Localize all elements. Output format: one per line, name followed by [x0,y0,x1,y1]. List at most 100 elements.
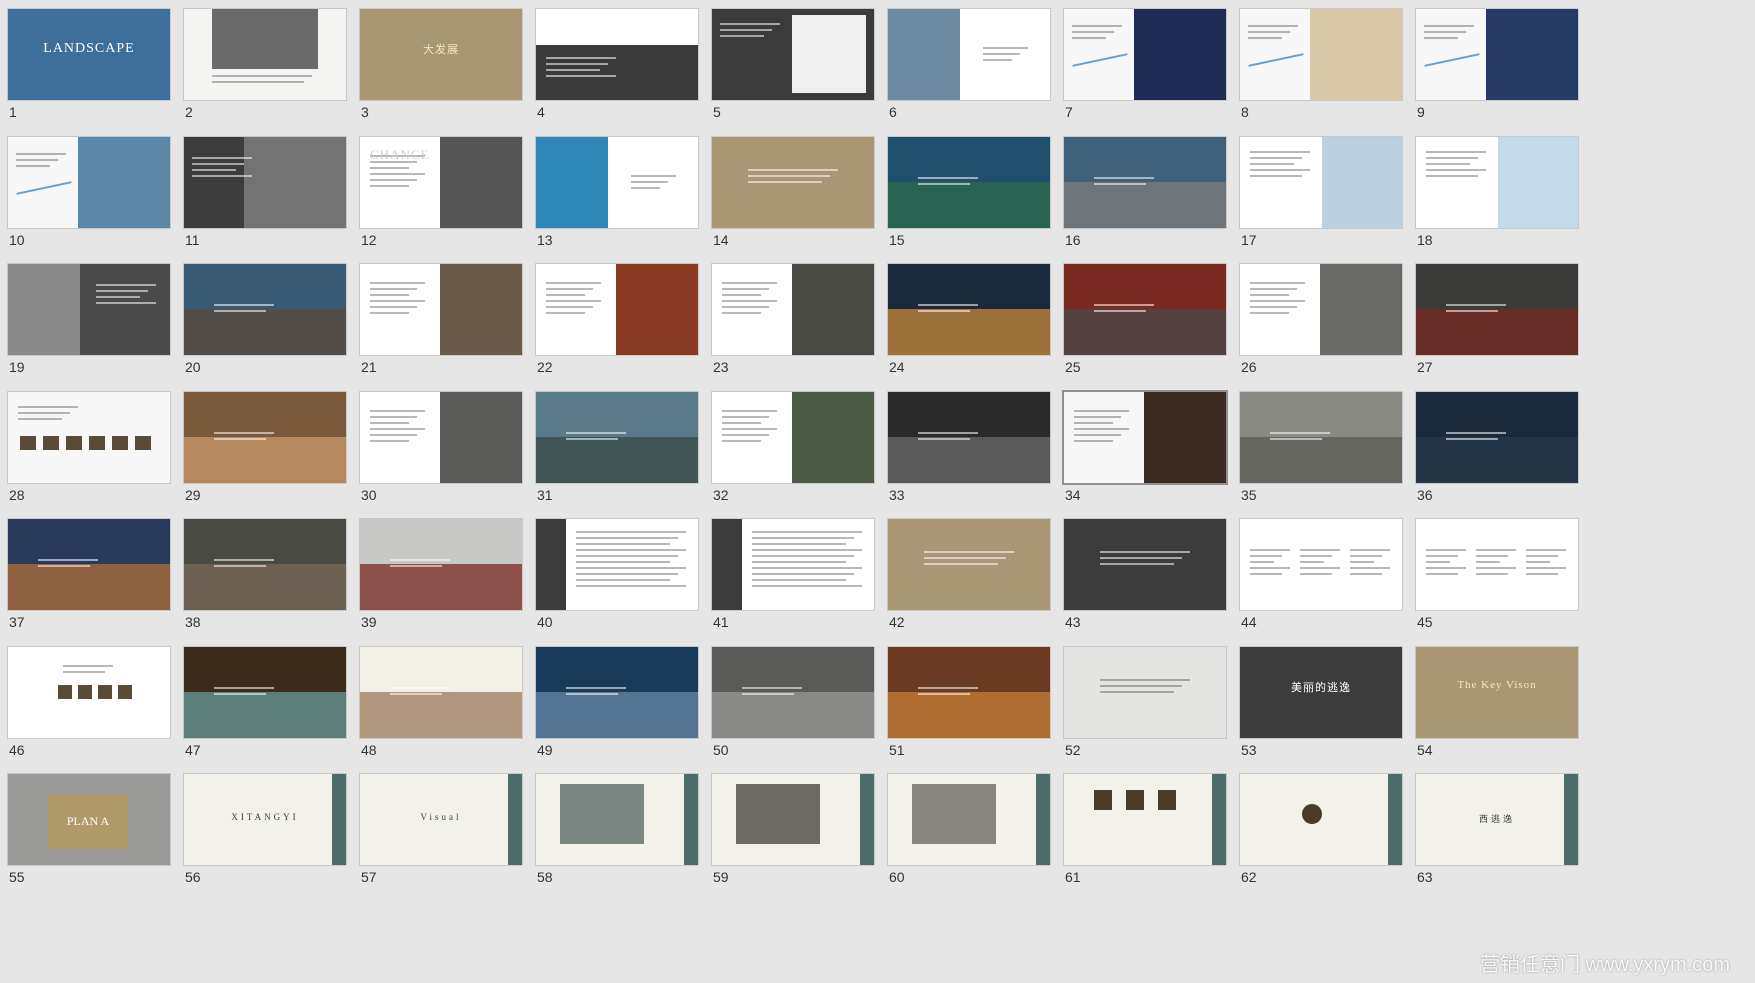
text-line [192,174,252,177]
slide-thumbnail[interactable] [888,136,1050,228]
slide-number: 23 [713,359,729,375]
slide-thumbnail[interactable]: CHANCE [360,136,522,228]
text-line [1424,31,1466,33]
slide-number: 18 [1417,231,1433,248]
slide-thumbnail[interactable] [712,391,874,483]
slide-thumbnail[interactable] [1416,519,1578,610]
dark-panel [536,519,566,610]
slide-thumbnail[interactable] [1240,264,1402,355]
slide-thumbnail[interactable] [360,264,522,355]
text-line [1300,573,1332,575]
slide-thumbnail[interactable] [888,391,1050,483]
text-line [1526,573,1558,575]
slide-thumbnail[interactable] [1240,391,1402,483]
slide-thumbnail[interactable] [1064,136,1226,228]
slide-number: 25 [1065,359,1081,375]
slide-cell: 60 [880,765,1050,893]
slide-cell: 41 [704,510,874,638]
slide-thumbnail[interactable] [1416,9,1578,100]
slide-thumbnail[interactable] [360,519,522,610]
slide-thumbnail[interactable] [712,646,874,738]
text-line [918,182,970,185]
slide-thumbnail[interactable] [888,646,1050,738]
slide-thumbnail[interactable]: 大发展 [360,9,522,100]
slide-cell: 7 [1056,0,1226,128]
slide-number: 22 [537,359,553,375]
slide-thumbnail[interactable] [536,136,698,228]
slide-thumbnail[interactable] [536,9,698,100]
slide-thumbnail[interactable] [1416,264,1578,355]
text-line [722,306,769,308]
slide-thumbnail[interactable] [1416,391,1578,483]
slide-thumbnail[interactable] [536,519,698,610]
text-line [212,81,304,83]
text-line [1250,300,1305,302]
slide-thumbnail[interactable] [1240,774,1402,865]
slide-thumbnail[interactable] [1064,391,1226,483]
slide-thumbnail[interactable] [1064,264,1226,355]
slide-thumbnail[interactable]: XITANGYI [184,774,346,865]
slide-thumbnail[interactable] [1416,136,1578,228]
slide-thumbnail[interactable] [536,774,698,865]
slide-number: 47 [185,741,201,758]
text-line [576,537,678,539]
slide-thumbnail[interactable] [1064,646,1226,738]
slide-cell: 4 [528,0,698,128]
slide-thumbnail[interactable] [184,519,346,610]
photo [888,436,1050,483]
slide-thumbnail[interactable] [888,264,1050,355]
text-line [192,168,236,171]
slide-thumbnail[interactable]: The Key Vison [1416,646,1578,738]
text-line [1350,555,1382,557]
slide-thumbnail[interactable] [712,774,874,865]
slide-thumbnail[interactable] [712,519,874,610]
slide-number: 20 [185,359,201,375]
slide-thumbnail[interactable] [536,646,698,738]
slide-number: 14 [713,231,729,248]
slide-thumbnail[interactable] [1240,9,1402,100]
slide-thumbnail[interactable]: Visual [360,774,522,865]
slide-thumbnail[interactable] [888,9,1050,100]
slide-thumbnail[interactable] [888,519,1050,610]
slide-thumbnail[interactable] [1064,519,1226,610]
slide-thumbnail[interactable] [184,9,346,100]
text-line [1250,555,1282,557]
slide-thumbnail[interactable]: 美丽的逃逸 [1240,646,1402,738]
slide-cell: XITANGYI 56 [176,765,346,893]
text-line [1250,294,1289,296]
slide-thumbnail[interactable] [1240,136,1402,228]
slide-thumbnail[interactable] [888,774,1050,865]
slide-thumbnail[interactable] [712,136,874,228]
slide-thumbnail[interactable] [360,391,522,483]
text-line [576,573,678,575]
slide-thumbnail[interactable] [184,646,346,738]
slide-thumbnail[interactable] [712,264,874,355]
slide-thumbnail[interactable] [536,391,698,483]
slide-thumbnail[interactable] [184,264,346,355]
slide-thumbnail[interactable]: LANDSCAPE [8,9,170,100]
text-line [1250,549,1290,551]
slide-number: 31 [537,486,553,503]
slide-thumbnail[interactable] [8,391,170,483]
slide-thumbnail[interactable] [1064,774,1226,865]
slide-thumbnail[interactable] [184,391,346,483]
slide-thumbnail[interactable] [712,9,874,100]
slide-thumbnail[interactable]: 西逃逸 [1416,774,1578,865]
slide-thumbnail[interactable] [8,264,170,355]
slide-thumbnail[interactable] [1064,9,1226,100]
slide-thumbnail[interactable] [8,519,170,610]
org-photo [118,684,132,699]
slide-thumbnail[interactable] [8,136,170,228]
slide-thumbnail[interactable] [184,136,346,228]
slide-thumbnail[interactable] [1240,519,1402,610]
slide-thumbnail[interactable] [360,646,522,738]
photo [212,9,318,69]
text-line [1074,409,1129,412]
text-line [576,555,678,557]
slide-cell: 42 [880,510,1050,638]
slide-thumbnail[interactable] [8,646,170,738]
slide-thumbnail[interactable]: PLAN A [8,774,170,865]
slide-thumbnail[interactable] [536,264,698,355]
photo [1064,309,1226,355]
chart-line [16,180,72,195]
